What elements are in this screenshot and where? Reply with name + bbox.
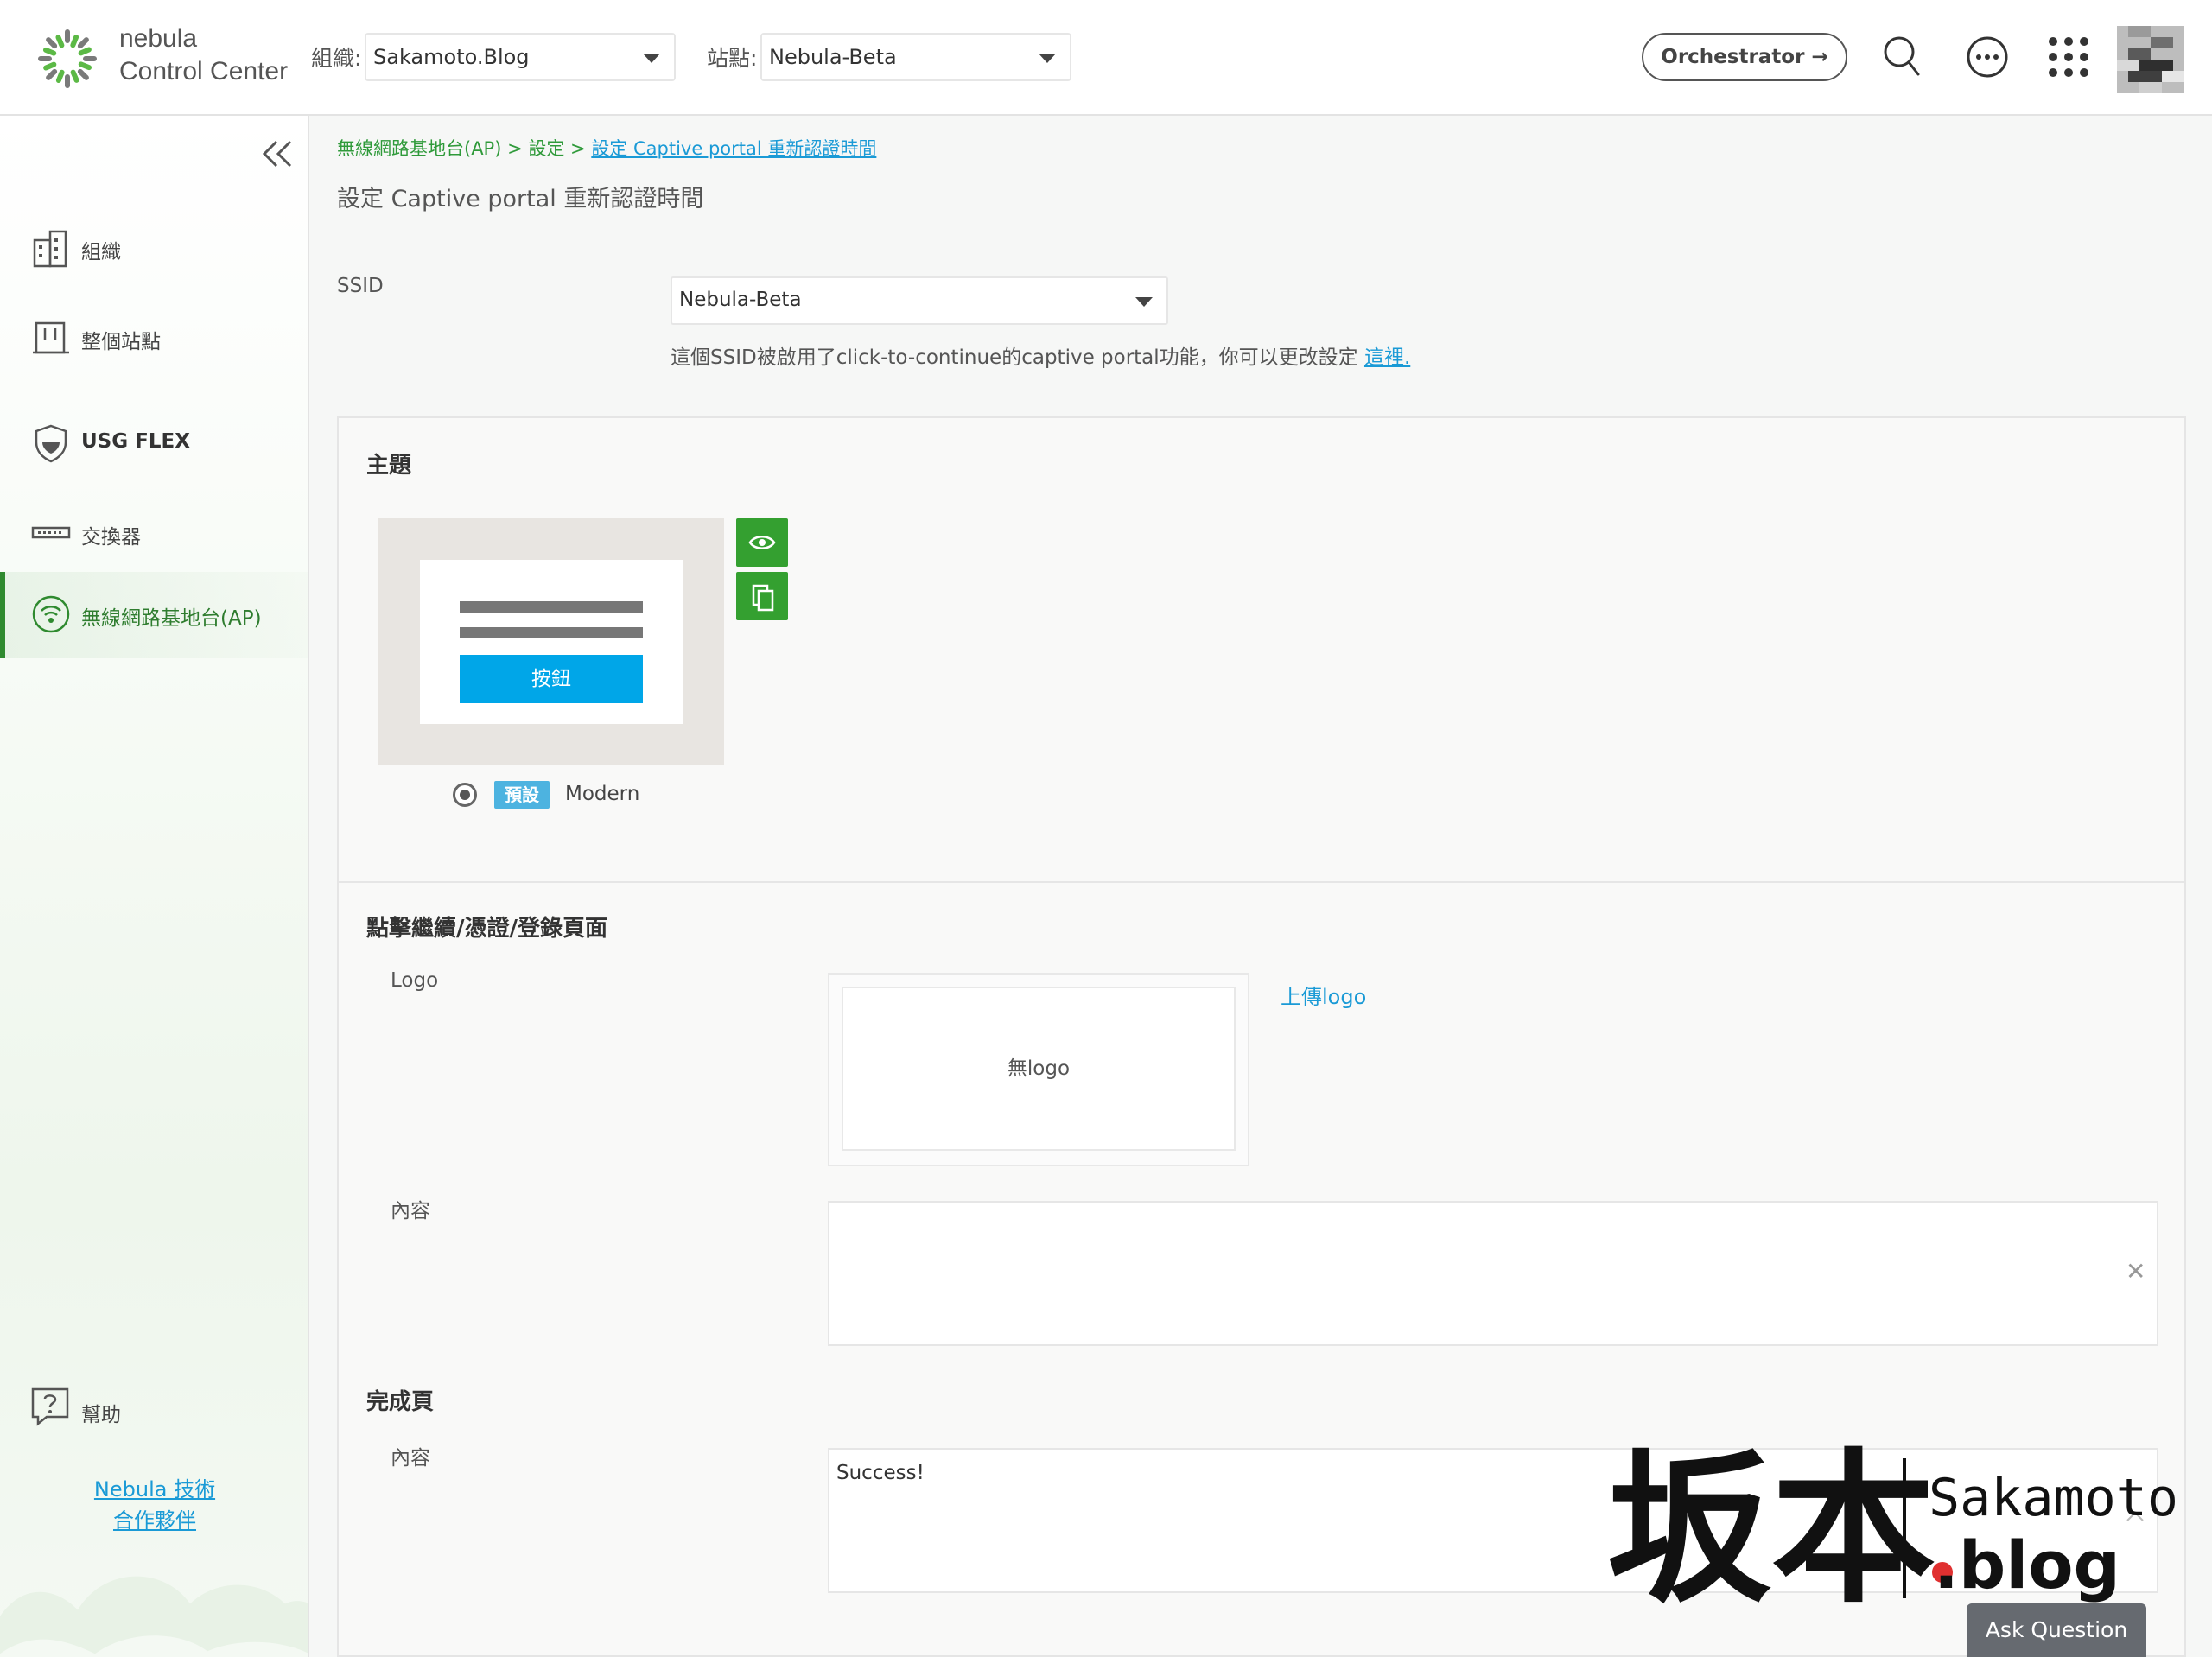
ssid-note-text: 這個SSID被啟用了click-to-continue的captive port… [671,346,1364,369]
close-icon[interactable]: ✕ [2126,1260,2145,1284]
login-content-label: 內容 [391,1200,430,1222]
nebula-logo-icon[interactable] [35,26,100,92]
copy-icon [752,584,774,612]
sakamoto-blog-watermark: 坂本 Sakamoto .blog [1607,1432,2177,1625]
brand-subtitle: Control Center [119,57,289,86]
chevron-down-icon [1039,54,1056,63]
eye-icon [748,536,776,549]
sidebar-item-organization[interactable]: 組織 [0,218,308,278]
shield-icon [35,424,67,463]
breadcrumb-current[interactable]: 設定 Captive portal 重新認證時間 [591,138,876,159]
site-icon [33,321,69,354]
theme-name: Modern [565,783,640,805]
watermark-name: Sakamoto [1929,1468,2177,1528]
building-icon [33,230,67,268]
more-options-icon[interactable] [1963,33,2012,81]
org-select[interactable]: Sakamoto.Blog [365,33,676,81]
upload-logo-link[interactable]: 上傳logo [1281,980,1366,1010]
search-icon[interactable] [1878,33,1927,81]
success-content-value: Success! [836,1462,925,1484]
logo-preview-box: 無logo [828,973,1249,1166]
cloud-decoration [0,1576,308,1657]
partner-link-line2[interactable]: 合作夥伴 [0,1503,308,1533]
ssid-settings-link[interactable]: 這裡. [1364,346,1410,369]
ssid-select-value: Nebula-Beta [679,289,802,311]
breadcrumb-parent[interactable]: 無線網路基地台(AP) > 設定 > [337,138,591,159]
chevron-down-icon [643,54,660,63]
theme-preview-card[interactable]: 按鈕 [378,518,724,765]
sidebar: 組織 整個站點 USG FLEX 交換器 無線網路基地台(AP) 幫助 Nebu… [0,116,309,1657]
sidebar-item-label: 組織 [81,241,121,263]
watermark-suffix: .blog [1934,1527,2120,1603]
theme-preview-page: 按鈕 [420,560,683,724]
sidebar-item-label: 無線網路基地台(AP) [81,607,262,630]
success-content-label: 內容 [391,1447,430,1470]
sidebar-item-access-point[interactable]: 無線網路基地台(AP) [0,572,308,658]
ask-question-button[interactable]: Ask Question [1967,1603,2146,1657]
brand-name: nebula [119,24,198,53]
chevron-down-icon [1135,297,1153,307]
org-label: 組織: [311,46,362,71]
theme-section-title: 主題 [366,453,412,479]
org-select-value: Sakamoto.Blog [373,45,530,69]
watermark-kanji: 坂本 [1607,1432,1936,1625]
preview-theme-button[interactable] [736,518,788,567]
ssid-note: 這個SSID被啟用了click-to-continue的captive port… [671,340,1410,370]
logo-label: Logo [391,969,439,992]
site-label: 站點: [707,46,758,71]
page-title: 設定 Captive portal 重新認證時間 [337,186,704,213]
top-bar: nebula Control Center 組織: Sakamoto.Blog … [0,0,2212,116]
sidebar-item-label: 整個站點 [81,331,161,353]
site-select-value: Nebula-Beta [769,45,897,69]
ssid-select[interactable]: Nebula-Beta [671,276,1168,325]
sidebar-item-site-wide[interactable]: 整個站點 [0,308,308,368]
no-logo-placeholder: 無logo [842,987,1236,1151]
breadcrumb: 無線網路基地台(AP) > 設定 > 設定 Captive portal 重新認… [337,135,876,161]
app-grid-icon[interactable] [2044,33,2093,81]
preview-text-bar [460,627,643,638]
wifi-icon [32,595,70,633]
switch-icon [31,526,71,539]
preview-text-bar [460,601,643,613]
success-page-section-title: 完成頁 [366,1389,435,1415]
orchestrator-button[interactable]: Orchestrator → [1642,33,1847,81]
ssid-label: SSID [337,275,384,297]
theme-radio[interactable] [453,783,477,807]
partner-link-line1[interactable]: Nebula 技術 [0,1472,308,1502]
sidebar-item-label: USG FLEX [81,430,190,453]
login-content-textarea[interactable]: ✕ [828,1201,2158,1346]
avatar[interactable] [2117,26,2184,93]
default-badge: 預設 [494,781,550,809]
collapse-sidebar-icon[interactable] [259,136,297,171]
help-icon[interactable] [29,1386,71,1427]
sidebar-item-switch[interactable]: 交換器 [0,503,308,563]
section-divider [339,881,2184,883]
sidebar-item-usg-flex[interactable]: USG FLEX [0,413,308,473]
copy-theme-button[interactable] [736,572,788,620]
login-page-section-title: 點擊繼續/憑證/登錄頁面 [366,916,607,942]
sidebar-item-label: 交換器 [81,526,141,549]
help-label[interactable]: 幫助 [81,1398,121,1427]
preview-demo-button: 按鈕 [460,655,643,703]
site-select[interactable]: Nebula-Beta [760,33,1071,81]
